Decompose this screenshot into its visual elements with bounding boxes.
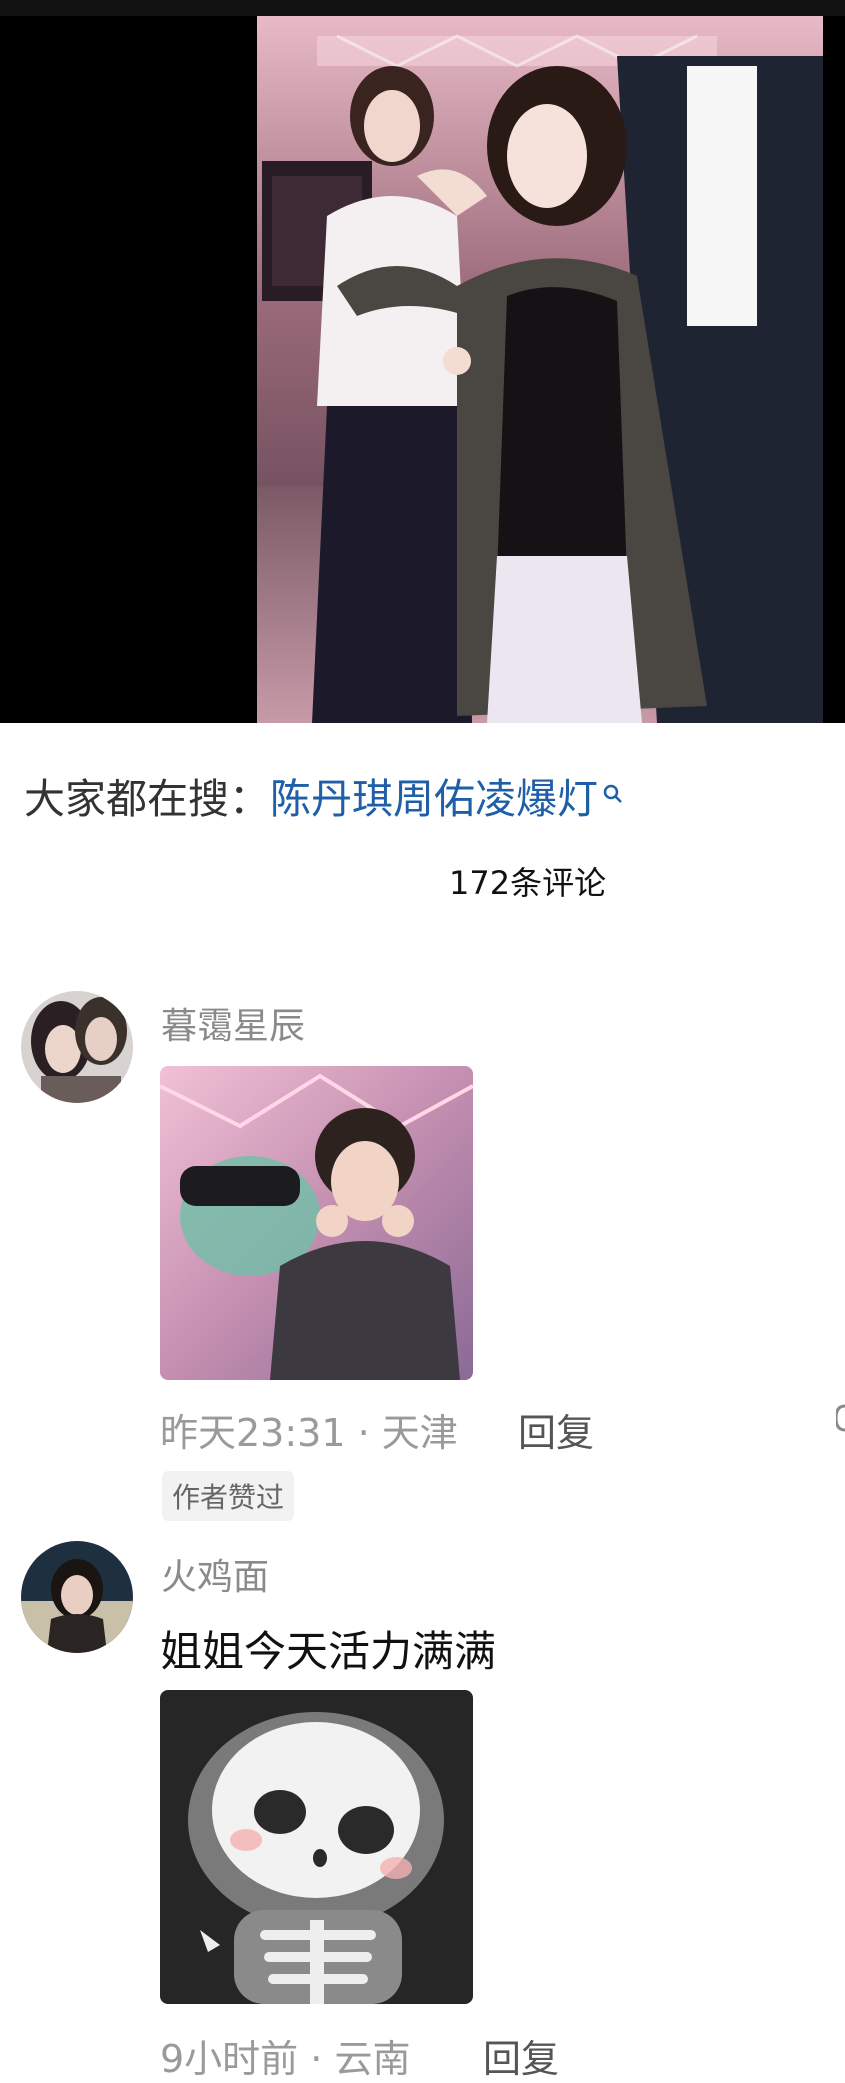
hero-letterbox-left	[0, 16, 257, 723]
comment-location: 天津	[381, 1411, 458, 1455]
like-icon[interactable]	[834, 1404, 845, 1436]
comment-meta: 昨天23:31 · 天津	[160, 1402, 458, 1457]
comment-image-illustration	[160, 1066, 473, 1380]
avatar-image	[21, 1541, 133, 1653]
comment-time: 昨天23:31	[160, 1411, 346, 1455]
hero-photo[interactable]	[257, 16, 823, 723]
avatar[interactable]	[21, 1541, 133, 1653]
search-prefix: 大家都在搜：	[24, 775, 270, 823]
hero-letterbox-right	[823, 16, 845, 723]
search-suggestion[interactable]: 大家都在搜：陈丹琪周佑凌爆灯	[24, 765, 624, 825]
comment-image[interactable]	[160, 1690, 473, 2004]
comment-time: 9小时前	[160, 2037, 299, 2081]
status-bar	[0, 0, 845, 16]
meta-separator: ·	[310, 2037, 323, 2081]
search-keyword-link[interactable]: 陈丹琪周佑凌爆灯	[270, 775, 598, 823]
meta-separator: ·	[357, 1411, 370, 1455]
avatar[interactable]	[21, 991, 133, 1103]
comment-text: 姐姐今天活力满满	[160, 1627, 497, 1676]
author-liked-badge: 作者赞过	[162, 1471, 295, 1521]
reply-button[interactable]: 回复	[483, 2028, 559, 2083]
comment-meta: 9小时前 · 云南	[160, 2028, 410, 2083]
avatar-image	[21, 991, 133, 1103]
hero-photo-illustration	[257, 16, 823, 723]
search-icon[interactable]	[602, 767, 624, 815]
reply-button[interactable]: 回复	[518, 1402, 594, 1457]
comment-image-illustration	[160, 1690, 473, 2004]
comment-username[interactable]: 暮霭星辰	[161, 997, 305, 1049]
comment-count: 172条评论	[449, 864, 607, 902]
comment-image[interactable]	[160, 1066, 473, 1380]
comment-location: 云南	[334, 2037, 411, 2081]
comment-username[interactable]: 火鸡面	[161, 1548, 269, 1600]
